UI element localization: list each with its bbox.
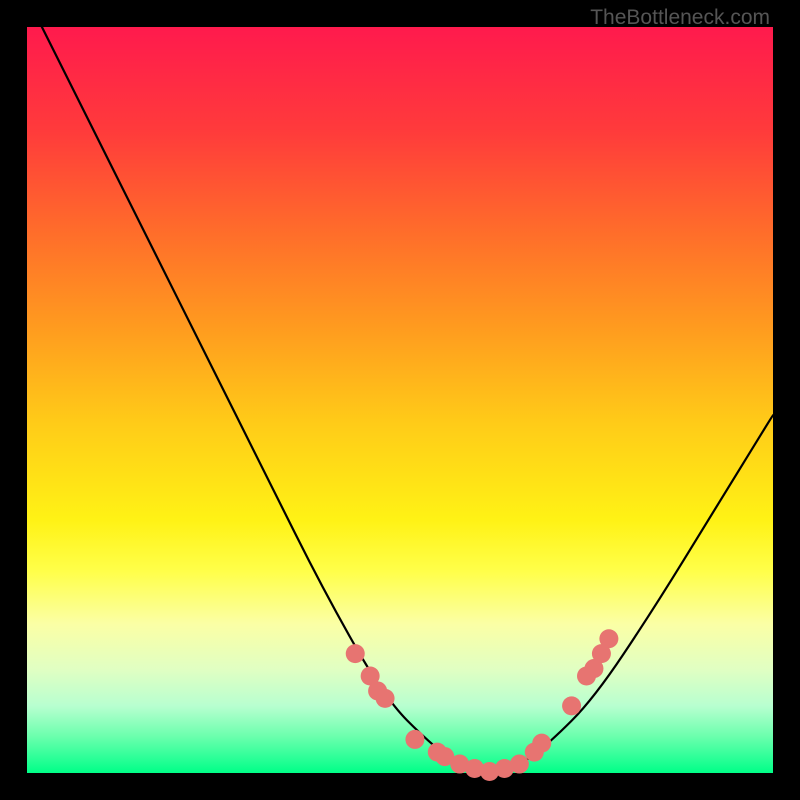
dot xyxy=(532,734,551,753)
chart-canvas: TheBottleneck.com xyxy=(0,0,800,800)
dot xyxy=(376,689,395,708)
chart-svg xyxy=(27,27,773,773)
optimal-band-dots xyxy=(346,629,619,781)
dot xyxy=(562,696,581,715)
dot xyxy=(510,755,529,774)
dot xyxy=(599,629,618,648)
dot xyxy=(346,644,365,663)
bottleneck-curve xyxy=(27,0,773,771)
dot xyxy=(405,730,424,749)
